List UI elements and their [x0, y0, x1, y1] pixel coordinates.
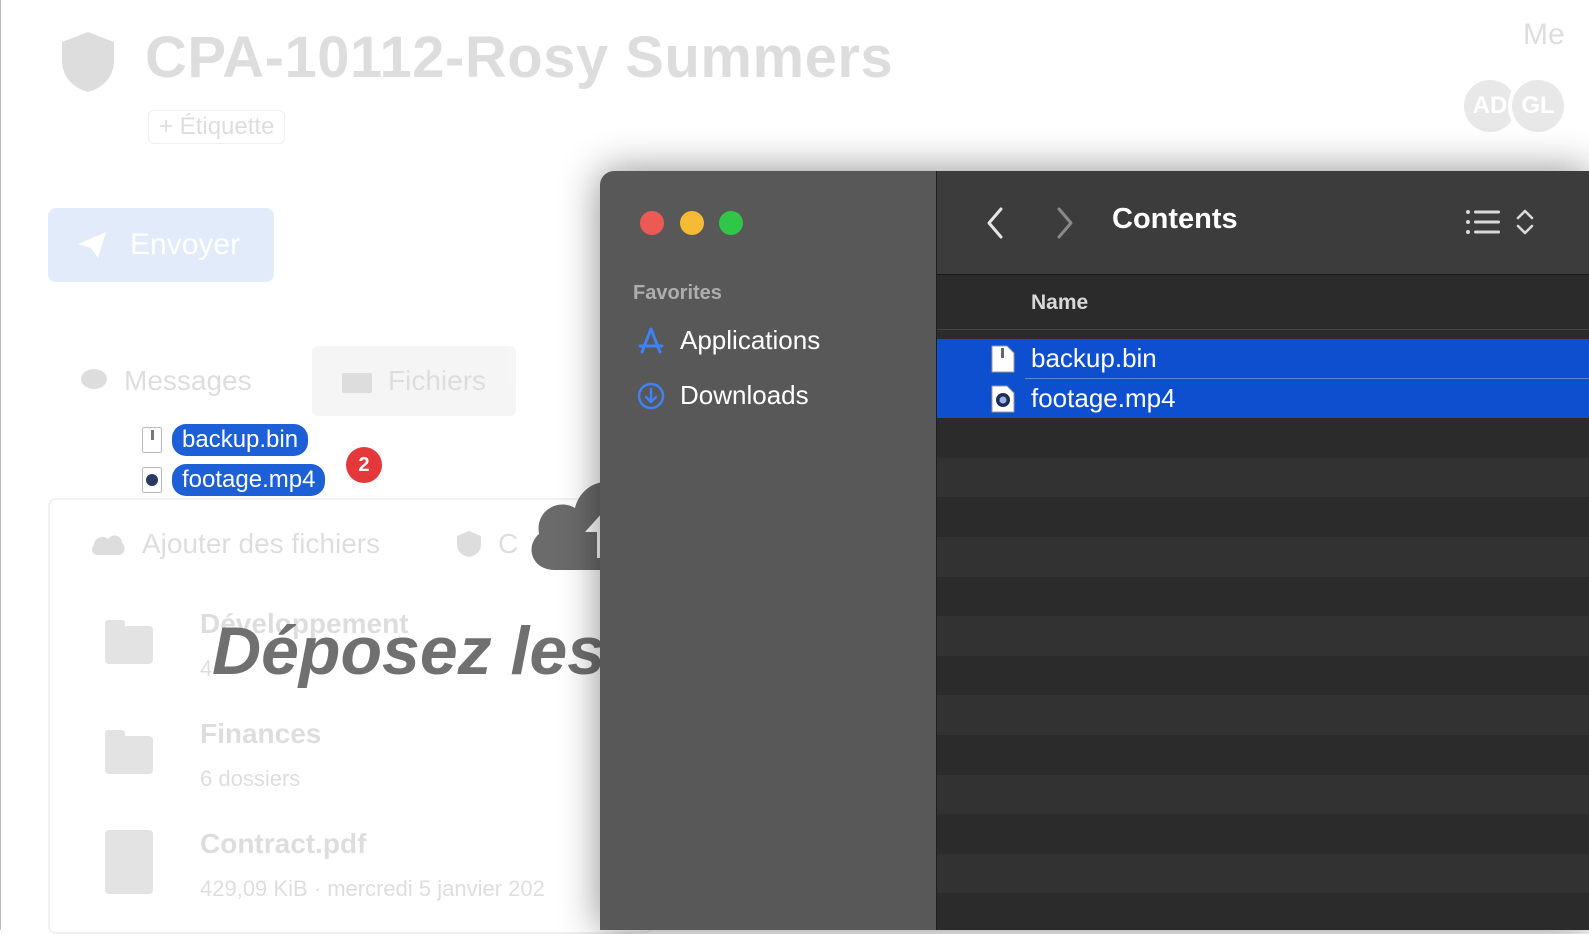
- empty-row: [937, 536, 1589, 577]
- finder-content: Contents Name backup.bin footage.mp4: [937, 171, 1589, 930]
- empty-row: [937, 656, 1589, 696]
- sidebar-item-applications[interactable]: Applications: [636, 325, 820, 356]
- empty-row: [937, 814, 1589, 854]
- row-title[interactable]: Finances: [200, 718, 321, 750]
- sidebar-item-label: Applications: [680, 325, 821, 355]
- list-view-icon[interactable]: [1465, 207, 1501, 237]
- shield-icon: [457, 531, 481, 557]
- conversation-title: CPA-10112-Rosy Summers: [145, 25, 894, 90]
- zoom-button[interactable]: [719, 211, 743, 235]
- row-subtitle: 429,09 KiB · mercredi 5 janvier 202: [200, 876, 545, 901]
- empty-row: [937, 577, 1589, 617]
- dragged-file[interactable]: footage.mp4: [142, 464, 326, 496]
- tab-files[interactable]: Fichiers: [312, 346, 517, 416]
- row-subtitle: 6 dossiers: [200, 766, 301, 791]
- column-header[interactable]: Name: [937, 275, 1589, 330]
- add-files-button[interactable]: Ajouter des fichiers: [90, 528, 380, 560]
- video-file-icon: [991, 385, 1015, 413]
- sidebar-section-heading: Favorites: [633, 282, 722, 304]
- cloud-upload-icon: [91, 535, 125, 555]
- drag-count-badge: 2: [346, 447, 382, 483]
- dragged-file[interactable]: backup.bin: [142, 424, 309, 456]
- pdf-file-icon: [105, 830, 153, 894]
- tab-label: Messages: [124, 365, 252, 396]
- empty-row: [937, 695, 1589, 735]
- secondary-action-label: C: [498, 528, 519, 559]
- sidebar-item-downloads[interactable]: Downloads: [636, 380, 809, 411]
- tab-messages[interactable]: Messages: [80, 346, 252, 416]
- folder-icon: [342, 373, 372, 393]
- avatar[interactable]: GL: [1508, 76, 1568, 136]
- empty-row: [937, 616, 1589, 656]
- empty-row: [937, 497, 1589, 537]
- sidebar-item-label: Downloads: [680, 380, 809, 410]
- add-tag-button[interactable]: + Étiquette: [148, 110, 286, 144]
- column-header-name: Name: [1031, 291, 1089, 314]
- chevron-up-down-icon[interactable]: [1515, 207, 1535, 237]
- dragged-file-name: backup.bin: [172, 424, 309, 456]
- window-title: Contents: [1112, 203, 1238, 235]
- window-edge: [0, 0, 1, 930]
- empty-row: [937, 418, 1589, 458]
- paper-plane-icon: [78, 232, 106, 258]
- folder-icon: [105, 730, 153, 774]
- row-title[interactable]: Contract.pdf: [200, 828, 366, 860]
- chat-bubble-icon: [81, 369, 107, 389]
- add-files-label: Ajouter des fichiers: [142, 528, 381, 559]
- back-icon[interactable]: [981, 205, 1009, 241]
- members-label: Me: [1523, 18, 1565, 51]
- dragged-file-name: footage.mp4: [172, 464, 326, 496]
- finder-sidebar: Favorites Applications Downloads: [600, 171, 937, 930]
- tab-label: Fichiers: [388, 365, 487, 396]
- finder-toolbar: Contents: [937, 171, 1589, 275]
- video-file-icon: [142, 467, 162, 493]
- empty-row: [937, 457, 1589, 498]
- file-list: backup.bin footage.mp4: [937, 339, 1589, 930]
- file-name: footage.mp4: [1031, 382, 1176, 413]
- empty-row: [937, 735, 1589, 775]
- send-button-label: Envoyer: [130, 228, 241, 261]
- empty-row: [937, 893, 1589, 930]
- applications-icon: [638, 327, 664, 353]
- drop-zone-text: Déposez les: [212, 613, 606, 689]
- document-icon: [991, 345, 1015, 373]
- forward-icon[interactable]: [1051, 205, 1079, 241]
- file-row[interactable]: backup.bin: [937, 339, 1589, 379]
- row-subtitle: 4: [200, 656, 213, 681]
- empty-row: [937, 774, 1589, 815]
- file-row[interactable]: footage.mp4: [937, 378, 1589, 419]
- shield-icon: [62, 32, 114, 92]
- downloads-icon: [637, 382, 665, 409]
- document-icon: [142, 427, 162, 453]
- secondary-action-button[interactable]: C: [456, 528, 518, 560]
- send-button[interactable]: Envoyer: [48, 208, 274, 282]
- close-button[interactable]: [640, 211, 664, 235]
- finder-window: Favorites Applications Downloads Content…: [600, 171, 1589, 930]
- empty-row: [937, 853, 1589, 894]
- folder-icon: [105, 620, 153, 664]
- minimize-button[interactable]: [680, 211, 704, 235]
- file-name: backup.bin: [1031, 343, 1157, 373]
